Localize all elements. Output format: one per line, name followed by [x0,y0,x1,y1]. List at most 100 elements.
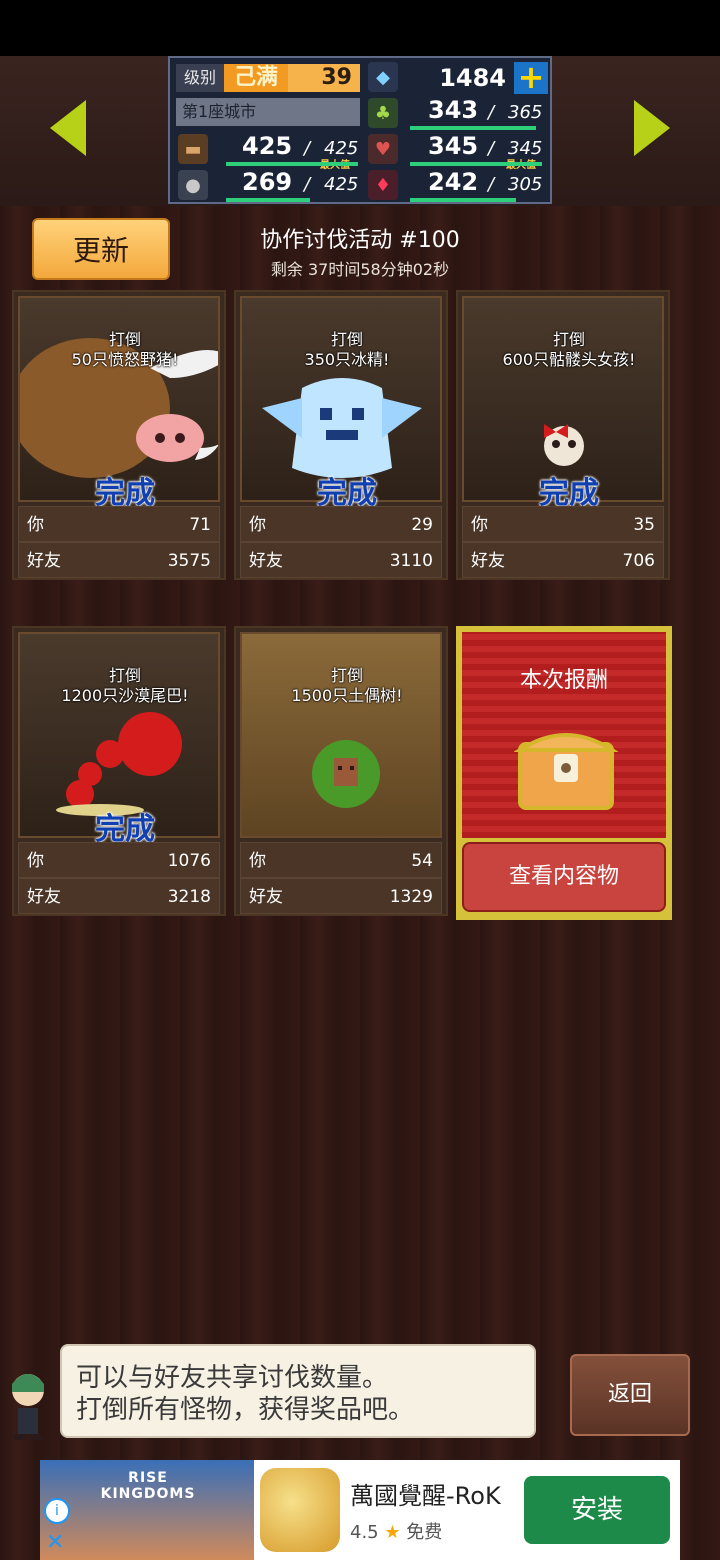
you-count-row: 你 35 [462,506,664,542]
quest-target: 1200只沙漠尾巴! [61,686,189,705]
stats-panel: 级别 己满 39 第1座城市 ◆ 1484 + ▬ 425 / 425 最大值 … [168,56,552,204]
previous-arrow-icon[interactable] [50,100,86,156]
ruby-bar [410,198,516,202]
quest-target: 50只愤怒野猪! [71,350,179,369]
friend-count: 706 [622,551,655,571]
stone-current: 269 [242,168,293,196]
food-bar [410,162,542,166]
ad-rating: 4.5 ★ 免费 [350,1518,442,1544]
install-button[interactable]: 安装 [524,1476,670,1544]
you-label: 你 [471,515,488,535]
friend-label: 好友 [249,551,283,571]
price-label: 免费 [406,1522,443,1543]
gem-count: 1484 [439,64,506,92]
you-count: 71 [189,515,211,535]
status-bar [0,0,720,56]
quest-card-boar[interactable]: 打倒 50只愤怒野猪! 完成 你 71 好友 3575 [12,290,226,580]
grass-max: 365 [508,102,543,123]
friend-count: 3575 [167,551,211,571]
ruby-current: 242 [428,168,479,196]
you-count: 29 [411,515,433,535]
quest-target: 1500只土偶树! [291,686,403,705]
desert-tail-scene: 打倒 1200只沙漠尾巴! 完成 [18,632,220,847]
friend-label: 好友 [471,551,505,571]
reward-card: 本次报酬 查看内容物 [456,626,672,920]
friend-label: 好友 [249,887,283,907]
add-gems-button[interactable]: + [514,61,548,94]
you-count: 1076 [167,851,211,871]
ad-app-name: 萬國覺醒-RoK [350,1482,501,1510]
refresh-button[interactable]: 更新 [32,218,170,280]
you-label: 你 [249,515,266,535]
quest-card-ice-spirit[interactable]: 打倒 350只冰精! 完成 你 29 好友 3110 [234,290,448,580]
friend-count: 3110 [389,551,433,571]
quest-card-clay-tree[interactable]: 打倒 1500只土偶树! 你 54 好友 1329 [234,626,448,916]
ad-close-icon[interactable]: ✕ [46,1530,64,1555]
grass-current: 343 [428,96,479,124]
diamond-icon: ◆ [368,62,398,92]
tip-line1: 可以与好友共享讨伐数量。 [76,1363,389,1393]
wood-icon: ▬ [178,134,208,164]
friend-count: 3218 [167,887,211,907]
city-name: 第1座城市 [176,98,360,126]
quest-card-desert-tail[interactable]: 打倒 1200只沙漠尾巴! 完成 你 1076 好友 3218 [12,626,226,916]
wood-current: 425 [242,132,293,160]
quest-target: 350只冰精! [304,350,390,369]
boar-scene: 打倒 50只愤怒野猪! 完成 [18,296,220,511]
friend-label: 好友 [27,551,61,571]
star-icon: ★ [384,1522,401,1543]
wood-bar [226,162,358,166]
friend-count-row: 好友 3218 [18,878,220,914]
friend-count-row: 好友 3575 [18,542,220,578]
rating-value: 4.5 [350,1522,379,1543]
food-current: 345 [428,132,479,160]
you-label: 你 [27,851,44,871]
grass-bar [410,126,536,130]
ad-banner[interactable]: RISE KINGDOMS i ✕ 萬國覺醒-RoK 4.5 ★ 免费 安装 [40,1460,680,1560]
friend-label: 好友 [27,887,61,907]
ad-info-icon[interactable]: i [44,1498,70,1524]
wood-sep: / [304,138,311,159]
food-sep: / [488,138,495,159]
you-label: 你 [249,851,266,871]
ruby-sep: / [488,174,495,195]
skull-girl-scene: 打倒 600只骷髅头女孩! 完成 [462,296,664,511]
you-count: 35 [633,515,655,535]
stone-bar [226,198,310,202]
friend-count-row: 好友 1329 [240,878,442,914]
you-count-row: 你 29 [240,506,442,542]
food-icon: ♥ [368,134,398,164]
quest-card-skull-girl[interactable]: 打倒 600只骷髅头女孩! 完成 你 35 好友 706 [456,290,670,580]
ad-logo: RISE KINGDOMS [100,1470,196,1502]
grass-sep: / [488,102,495,123]
tip-bubble: 可以与好友共享讨伐数量。 打倒所有怪物，获得奖品吧。 [60,1344,536,1438]
stone-sep: / [304,174,311,195]
clay-tree-scene: 打倒 1500只土偶树! [240,632,442,838]
reward-panel: 本次报酬 [462,632,666,838]
stone-max: 425 [324,174,359,195]
reward-title: 本次报酬 [519,668,608,693]
level-value: 39 [288,64,360,92]
level-status: 己满 [224,64,288,92]
view-contents-button[interactable]: 查看内容物 [462,842,666,912]
you-count-row: 你 54 [240,842,442,878]
level-label: 级别 [176,64,224,92]
treasure-chest-icon [514,733,618,810]
app-icon [260,1468,340,1552]
quest-target: 600只骷髅头女孩! [502,350,636,369]
next-arrow-icon[interactable] [634,100,670,156]
you-count-row: 你 1076 [18,842,220,878]
back-button[interactable]: 返回 [570,1354,690,1436]
you-label: 你 [27,515,44,535]
ruby-icon: ♦ [368,170,398,200]
event-title: 协作讨伐活动 #100 [260,228,460,253]
event-timer: 剩余 37时间58分钟02秒 [270,260,450,279]
you-count: 54 [411,851,433,871]
friend-count-row: 好友 3110 [240,542,442,578]
ice-spirit-scene: 打倒 350只冰精! 完成 [240,296,442,511]
ad-image[interactable]: RISE KINGDOMS [40,1460,254,1560]
you-count-row: 你 71 [18,506,220,542]
grass-icon: ♣ [368,98,398,128]
tip-line2: 打倒所有怪物，获得奖品吧。 [76,1395,415,1425]
friend-count-row: 好友 706 [462,542,664,578]
